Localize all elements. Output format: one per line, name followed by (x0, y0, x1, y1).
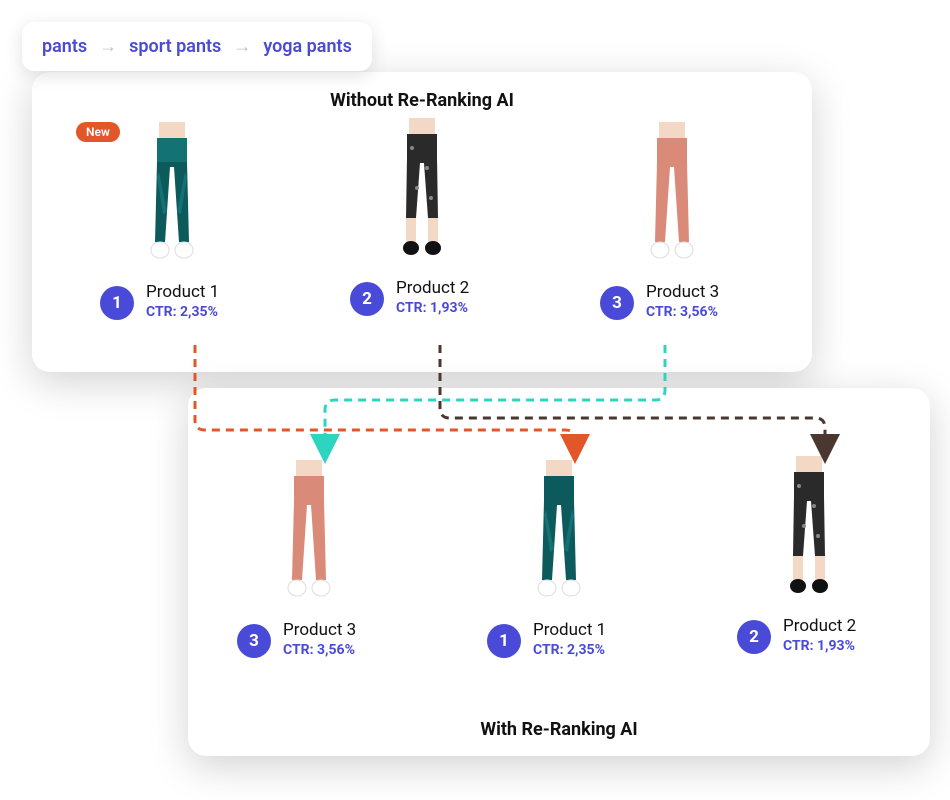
panel-title-without: Without Re-Ranking AI (32, 90, 812, 111)
product-name-label: Product 3 (283, 620, 356, 640)
product-card: 1 Product 1 CTR: 2,35% (469, 460, 649, 658)
product-name-label: Product 1 (533, 620, 606, 640)
rank-badge: 2 (737, 620, 771, 654)
product-name-label: Product 1 (146, 282, 219, 302)
product-image-icon (264, 460, 354, 600)
new-badge: New (76, 122, 120, 142)
product-name-label: Product 2 (783, 616, 856, 636)
rank-badge: 1 (487, 624, 521, 658)
product-image-icon (627, 122, 717, 262)
product-card: 2 Product 2 CTR: 1,93% (719, 460, 899, 658)
product-card: 2 Product 2 CTR: 1,93% (332, 122, 512, 320)
product-name-label: Product 2 (396, 278, 469, 298)
breadcrumb-level-1[interactable]: pants (42, 36, 87, 57)
panel-title-with: With Re-Ranking AI (188, 719, 930, 740)
panel-with-reranking: 3 Product 3 CTR: 3,56% 1 (188, 388, 930, 756)
product-name-label: Product 3 (646, 282, 719, 302)
product-image-icon (127, 122, 217, 262)
breadcrumb: pants → sport pants → yoga pants (22, 22, 372, 71)
product-image-icon (764, 460, 854, 596)
product-image-icon (377, 122, 467, 258)
products-row-without: New 1 Product 1 CTR: 2,35% (32, 122, 812, 320)
product-ctr-label: CTR: 2,35% (146, 304, 219, 320)
breadcrumb-level-2[interactable]: sport pants (129, 36, 221, 57)
breadcrumb-level-3[interactable]: yoga pants (263, 36, 352, 57)
chevron-right-icon: → (233, 36, 251, 57)
product-card: New 1 Product 1 CTR: 2,35% (82, 122, 262, 320)
product-card: 3 Product 3 CTR: 3,56% (219, 460, 399, 658)
product-image-icon (514, 460, 604, 600)
rank-badge: 1 (100, 286, 134, 320)
product-ctr-label: CTR: 3,56% (646, 304, 719, 320)
product-card: 3 Product 3 CTR: 3,56% (582, 122, 762, 320)
panel-without-reranking: Without Re-Ranking AI New 1 Product 1 CT… (32, 72, 812, 372)
rank-badge: 3 (600, 286, 634, 320)
chevron-right-icon: → (99, 36, 117, 57)
product-ctr-label: CTR: 1,93% (396, 300, 469, 316)
product-ctr-label: CTR: 3,56% (283, 642, 356, 658)
rank-badge: 2 (350, 282, 384, 316)
product-ctr-label: CTR: 2,35% (533, 642, 606, 658)
rank-badge: 3 (237, 624, 271, 658)
products-row-with: 3 Product 3 CTR: 3,56% 1 (188, 460, 930, 658)
product-ctr-label: CTR: 1,93% (783, 638, 856, 654)
